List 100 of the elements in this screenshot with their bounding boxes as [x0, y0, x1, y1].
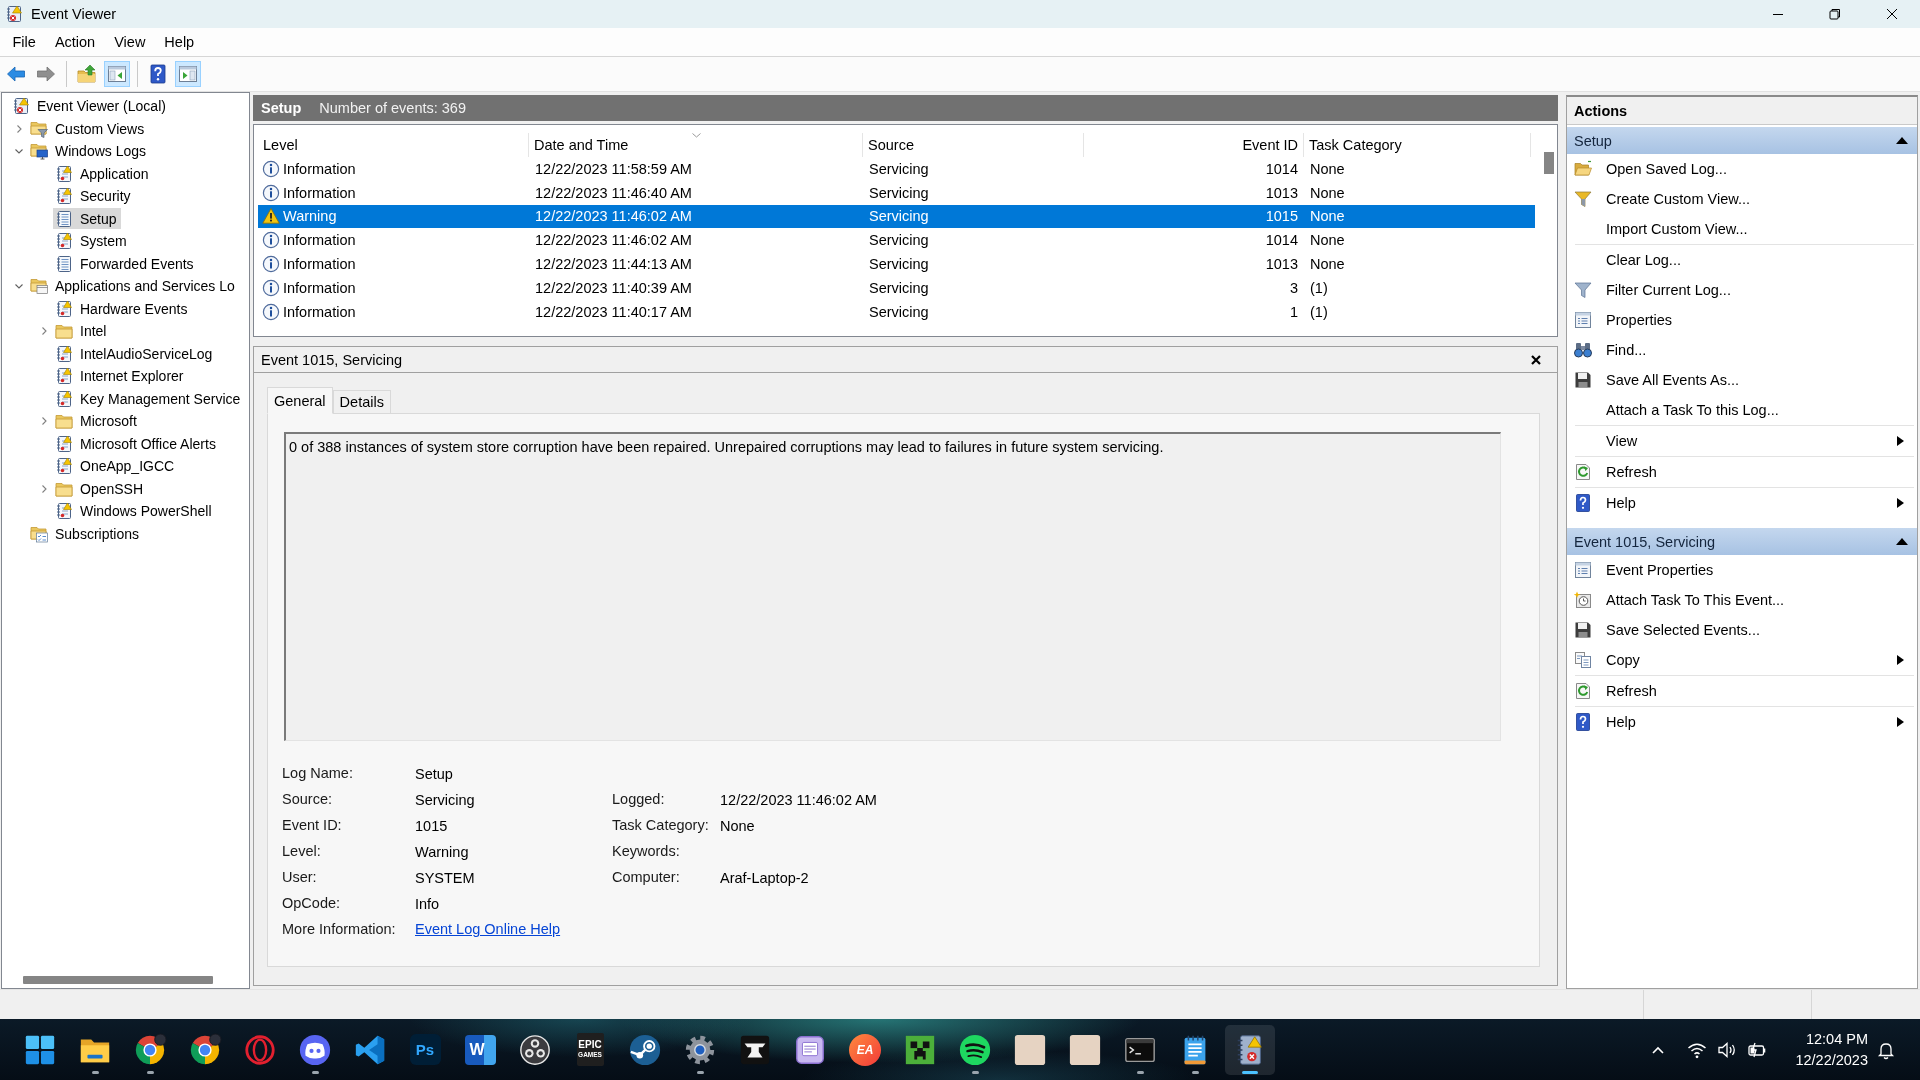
command-link[interactable]: Refresh — [1567, 457, 1917, 487]
toolbar-button[interactable] — [104, 61, 130, 87]
ring-icon — [243, 1032, 277, 1067]
tree-item[interactable]: IntelAudioServiceLog — [53, 343, 217, 365]
field-label: More Information: — [282, 921, 396, 937]
command-link[interactable]: Import Custom View... — [1567, 214, 1917, 244]
scrollbar-thumb[interactable] — [23, 975, 213, 984]
refresh-icon — [1574, 682, 1592, 700]
field-value: Araf-Laptop-2 — [720, 869, 809, 886]
command-link[interactable]: Save All Events As... — [1567, 365, 1917, 395]
event-row[interactable]: Information 12/22/2023 11:40:17 AM Servicing 1 (1) — [258, 299, 1535, 324]
event-row[interactable]: Information 12/22/2023 11:46:02 AM Servicing 1014 None — [258, 228, 1535, 253]
taskbar-button[interactable] — [1225, 1024, 1275, 1075]
info-icon — [262, 302, 280, 321]
back-arrow-icon — [6, 64, 26, 84]
command-link[interactable]: Create Custom View... — [1567, 184, 1917, 214]
info-icon — [262, 255, 280, 274]
taskbar-button[interactable]: Ps — [400, 1024, 450, 1075]
command-link[interactable]: Refresh — [1567, 676, 1917, 706]
date-time: 12/22/2023 11:44:13 AM — [535, 256, 692, 273]
property-sheet-icon — [1574, 311, 1592, 329]
date-time: 12/22/2023 11:58:59 AM — [535, 160, 692, 177]
actions-title: Actions — [1567, 97, 1917, 125]
command-link[interactable]: Copy — [1567, 645, 1917, 675]
help-icon — [1574, 713, 1592, 731]
toolbar-button[interactable] — [175, 61, 201, 87]
tree-item[interactable]: Hardware Events — [53, 298, 192, 320]
help-link[interactable]: Event Log Online Help — [415, 921, 561, 937]
command-link[interactable]: Help — [1567, 707, 1917, 737]
tree-item[interactable]: Security — [53, 185, 135, 207]
menu-item[interactable]: View — [104, 31, 155, 53]
tree-item[interactable]: Event Viewer (Local) — [10, 95, 170, 117]
field-label: Level: — [282, 843, 321, 859]
source-name: Servicing — [869, 208, 929, 225]
field-value: Warning — [415, 843, 469, 860]
notebook-warning-icon — [55, 299, 73, 318]
date-time: 12/22/2023 11:40:17 AM — [535, 303, 692, 320]
level-label: Information — [283, 303, 356, 320]
command-link[interactable]: View — [1567, 426, 1917, 456]
browser-icon — [188, 1032, 222, 1067]
folder-window-icon — [30, 277, 48, 296]
app-logo: Ps — [409, 1034, 441, 1065]
section-header[interactable]: Event 1015, Servicing — [1567, 528, 1917, 555]
tree-item[interactable]: Forwarded Events — [53, 253, 198, 275]
description-field[interactable]: 0 of 388 instances of system store corruption have been repaired. Unrepaired corruptions may lead to failures in future system servicing. — [284, 432, 1501, 741]
tree-item[interactable]: Setup — [53, 208, 121, 230]
section-header[interactable]: Setup — [1567, 127, 1917, 154]
notebook-icon — [55, 254, 73, 273]
event-row[interactable]: Warning 12/22/2023 11:46:02 AM Servicing 1015 None — [258, 204, 1535, 229]
notebook-alert-icon — [5, 5, 23, 23]
clock-button[interactable]: 12:04 PM 12/22/2023 — [1788, 1029, 1868, 1070]
event-row[interactable]: Information 12/22/2023 11:44:13 AM Servicing 1013 None — [258, 252, 1535, 276]
tree-item[interactable]: Intel — [53, 320, 111, 342]
command-link[interactable]: Open Saved Log... — [1567, 154, 1917, 184]
command-link[interactable]: Find... — [1567, 335, 1917, 365]
tab[interactable]: General — [267, 387, 333, 414]
command-link[interactable]: Clear Log... — [1567, 245, 1917, 275]
tree-item[interactable]: Key Management Service — [53, 388, 245, 410]
command-link[interactable]: Attach a Task To this Log... — [1567, 395, 1917, 425]
info-icon — [262, 183, 280, 202]
tree-item[interactable]: Internet Explorer — [53, 365, 188, 387]
menu-item[interactable]: Action — [45, 31, 105, 53]
tab[interactable]: Details — [332, 390, 391, 414]
menu-item[interactable]: File — [3, 31, 46, 53]
command-link[interactable]: Filter Current Log... — [1567, 275, 1917, 305]
tree-item[interactable]: Subscriptions — [28, 523, 144, 545]
folder-icon — [55, 322, 73, 341]
command-link[interactable]: Attach Task To This Event... — [1567, 585, 1917, 615]
field-value: Setup — [415, 765, 453, 782]
command-link[interactable]: Properties — [1567, 305, 1917, 335]
scrollbar-thumb[interactable] — [1543, 152, 1554, 174]
speaker-icon[interactable] — [1717, 1039, 1737, 1060]
field-label: Computer: — [612, 869, 680, 885]
tree-item[interactable]: OneApp_IGCC — [53, 455, 179, 477]
task-category: None — [1310, 160, 1345, 177]
source-name: Servicing — [869, 232, 929, 249]
tree-item[interactable]: Microsoft — [53, 410, 141, 432]
field-label: OpCode: — [282, 895, 341, 911]
tree-item[interactable]: Windows Logs — [28, 140, 151, 162]
funnel-icon — [1574, 281, 1592, 299]
event-id: 1 — [1289, 303, 1298, 320]
tree-item[interactable]: System — [53, 230, 131, 252]
menu-item[interactable]: Help — [154, 31, 204, 53]
field-label: User: — [282, 869, 317, 885]
event-row[interactable]: Information 12/22/2023 11:40:39 AM Servicing 3 (1) — [258, 276, 1535, 300]
command-link[interactable]: Save Selected Events... — [1567, 615, 1917, 645]
command-link[interactable]: Help — [1567, 488, 1917, 518]
tree-item[interactable]: Custom Views — [28, 118, 149, 140]
command-link[interactable]: Event Properties — [1567, 555, 1917, 585]
event-row[interactable]: Information 12/22/2023 11:46:40 AM Servicing 1013 None — [258, 180, 1535, 205]
tree-item[interactable]: OpenSSH — [53, 478, 148, 500]
event-row[interactable]: Information 12/22/2023 11:58:59 AM Servicing 1014 None — [258, 157, 1535, 181]
tree-item[interactable]: Windows PowerShell — [53, 500, 216, 522]
tree-item[interactable]: Microsoft Office Alerts — [53, 433, 220, 455]
taskbar-button[interactable]: W — [455, 1024, 505, 1075]
controller-icon — [298, 1032, 332, 1067]
close-icon — [1530, 353, 1542, 366]
restore-icon — [1828, 8, 1841, 20]
tree-item[interactable]: Application — [53, 163, 153, 185]
tree-item[interactable]: Applications and Services Lo — [28, 275, 239, 297]
